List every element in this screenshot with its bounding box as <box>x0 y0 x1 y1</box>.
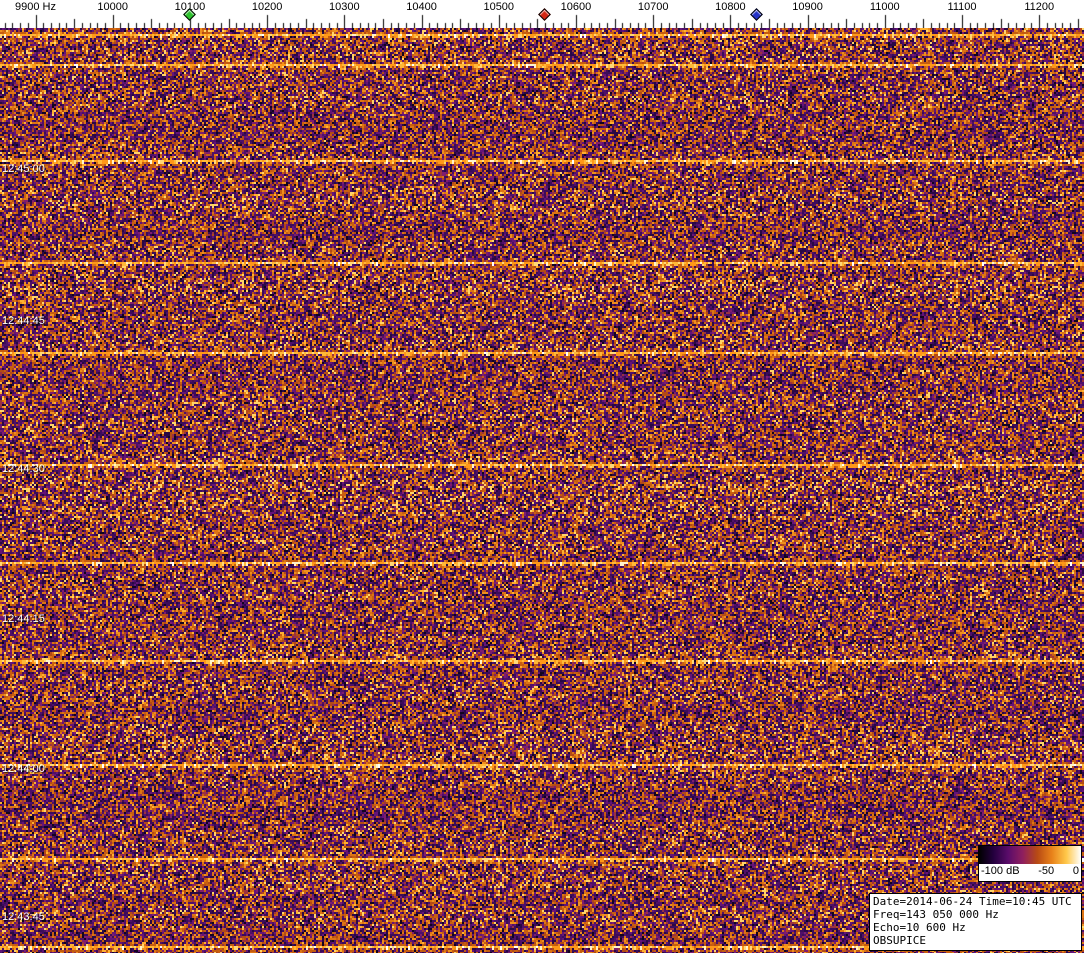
time-tick-label: 12:44:00 <box>2 763 45 775</box>
time-tick-label: 12:45:00 <box>2 163 45 175</box>
freq-tick-label: 10500 <box>483 1 515 13</box>
freq-tick-label: 10400 <box>406 1 437 13</box>
colorbar-label-max: 0 <box>1072 865 1079 877</box>
freq-tick-label: 9900 Hz <box>15 1 57 13</box>
colorbar-gradient <box>979 846 1081 864</box>
freq-tick-label: 10000 <box>97 1 129 13</box>
waterfall-spectrogram[interactable] <box>0 28 1084 953</box>
freq-tick-label: 11000 <box>869 1 900 13</box>
colorbar-label-mid: -50 <box>1038 865 1055 877</box>
frequency-ruler[interactable]: 9900 Hz 10000 10100 10200 10300 10400 10500 106… <box>0 0 1084 28</box>
time-tick-label: 12:44:30 <box>2 463 45 475</box>
freq-tick-label: 10800 <box>715 1 746 13</box>
info-echo-line: Echo=10 600 Hz <box>873 921 966 934</box>
info-date-line: Date=2014-06-24 Time=10:45 UTC <box>873 895 1072 908</box>
intensity-colorbar: -100 dB -50 0 <box>978 845 1082 882</box>
colorbar-label-min: -100 dB <box>981 865 1020 877</box>
freq-tick-label: 10700 <box>637 1 669 13</box>
freq-tick-label: 10600 <box>560 1 592 13</box>
freq-tick-label: 11100 <box>947 1 977 13</box>
info-freq-line: Freq=143 050 000 Hz <box>873 908 999 921</box>
info-station-line: OBSUPICE <box>873 934 926 947</box>
freq-tick-label: 10900 <box>792 1 823 13</box>
time-tick-label: 12:44:45 <box>2 315 45 327</box>
freq-tick-label: 11200 <box>1024 1 1055 13</box>
colorbar-labels: -100 dB -50 0 <box>979 864 1081 877</box>
waterfall-display: 12:45:00 12:44:45 12:44:30 12:44:15 12:44:00… <box>0 28 1084 953</box>
freq-tick-label: 10300 <box>329 1 360 13</box>
freq-tick-label: 10200 <box>251 1 283 13</box>
time-tick-label: 12:44:15 <box>2 613 45 625</box>
spectrogram-screen: 9900 Hz 10000 10100 10200 10300 10400 10500 106… <box>0 0 1084 953</box>
info-panel: Date=2014-06-24 Time=10:45 UTC Freq=143 … <box>869 893 1082 951</box>
time-tick-label: 12:43:45 <box>2 911 45 923</box>
